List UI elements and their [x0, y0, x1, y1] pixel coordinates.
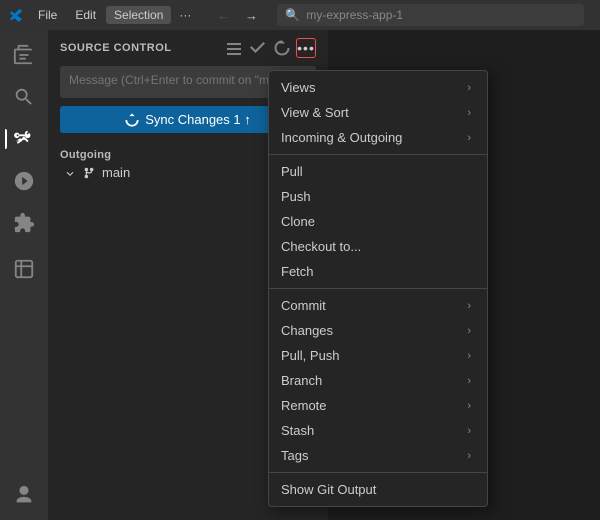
menu-item-tags[interactable]: Tags › — [269, 443, 487, 468]
sc-title: SOURCE CONTROL — [60, 42, 216, 54]
refresh-button[interactable] — [272, 38, 292, 58]
menu-selection[interactable]: Selection — [106, 6, 171, 24]
sync-icon — [125, 113, 139, 127]
menu-item-pull[interactable]: Pull — [269, 159, 487, 184]
chevron-icon: › — [467, 107, 471, 119]
search-text: my-express-app-1 — [306, 8, 403, 22]
activity-bar — [0, 30, 48, 520]
activity-accounts[interactable] — [7, 478, 41, 512]
menu-item-pull-push[interactable]: Pull, Push › — [269, 343, 487, 368]
activity-extensions[interactable] — [7, 206, 41, 240]
chevron-icon: › — [467, 300, 471, 312]
commit-check-button[interactable] — [248, 38, 268, 58]
chevron-icon: › — [467, 400, 471, 412]
menu-item-fetch[interactable]: Fetch — [269, 259, 487, 284]
chevron-icon: › — [467, 450, 471, 462]
activity-run-debug[interactable] — [7, 164, 41, 198]
chevron-icon: › — [467, 350, 471, 362]
search-icon: 🔍 — [285, 8, 300, 22]
menu-more[interactable]: ··· — [173, 6, 197, 24]
menu-item-view-sort[interactable]: View & Sort › — [269, 100, 487, 125]
chevron-icon: › — [467, 132, 471, 144]
nav-back-button[interactable]: ← — [211, 5, 235, 25]
chevron-icon: › — [467, 425, 471, 437]
title-bar: File Edit Selection ··· ← → 🔍 my-express… — [0, 0, 600, 30]
menu-item-branch[interactable]: Branch › — [269, 368, 487, 393]
menu-item-push[interactable]: Push — [269, 184, 487, 209]
menu-item-commit[interactable]: Commit › — [269, 293, 487, 318]
menu-divider-3 — [269, 472, 487, 473]
activity-remote[interactable] — [7, 252, 41, 286]
chevron-icon: › — [467, 375, 471, 387]
branch-name: main — [102, 165, 130, 180]
sc-header: SOURCE CONTROL ••• — [48, 30, 328, 66]
activity-search[interactable] — [7, 80, 41, 114]
menu-item-clone[interactable]: Clone — [269, 209, 487, 234]
menu-item-checkout[interactable]: Checkout to... — [269, 234, 487, 259]
menu-item-remote[interactable]: Remote › — [269, 393, 487, 418]
branch-expand-icon — [64, 167, 76, 179]
activity-explorer[interactable] — [7, 38, 41, 72]
chevron-icon: › — [467, 325, 471, 337]
menu-item-stash[interactable]: Stash › — [269, 418, 487, 443]
chevron-icon: › — [467, 82, 471, 94]
nav-controls: ← → — [211, 5, 263, 25]
sync-button-label: Sync Changes 1 ↑ — [145, 112, 251, 127]
menu-item-show-git-output[interactable]: Show Git Output — [269, 477, 487, 502]
menu-item-views[interactable]: Views › — [269, 75, 487, 100]
nav-forward-button[interactable]: → — [239, 5, 263, 25]
menu-bar: File Edit Selection ··· — [30, 6, 197, 24]
more-actions-button[interactable]: ••• — [296, 38, 316, 58]
source-control-panel: SOURCE CONTROL ••• Sync Changes — [48, 30, 328, 520]
app-icon — [8, 7, 24, 23]
menu-divider-2 — [269, 288, 487, 289]
list-view-button[interactable] — [224, 38, 244, 58]
branch-icon — [82, 166, 96, 180]
main-area: SOURCE CONTROL ••• Sync Changes — [0, 30, 600, 520]
dropdown-menu: Views › View & Sort › Incoming & Outgoin… — [268, 70, 488, 507]
menu-edit[interactable]: Edit — [67, 6, 104, 24]
menu-file[interactable]: File — [30, 6, 65, 24]
search-bar[interactable]: 🔍 my-express-app-1 — [277, 4, 584, 26]
sc-header-icons: ••• — [224, 38, 316, 58]
activity-source-control[interactable] — [7, 122, 41, 156]
menu-item-incoming-outgoing[interactable]: Incoming & Outgoing › — [269, 125, 487, 150]
menu-divider-1 — [269, 154, 487, 155]
menu-item-changes[interactable]: Changes › — [269, 318, 487, 343]
